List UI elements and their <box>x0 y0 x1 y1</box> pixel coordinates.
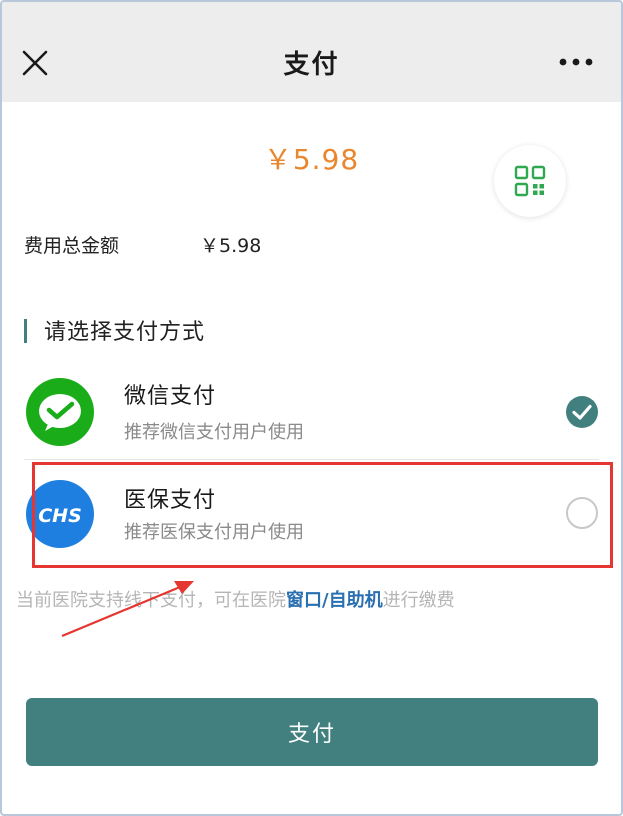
navigation-header: 支付 <box>2 2 621 102</box>
more-button[interactable] <box>557 54 597 70</box>
section-indicator-bar <box>24 319 27 343</box>
annotation-highlight-box <box>32 462 613 568</box>
total-amount-value: ￥5.98 <box>200 235 262 257</box>
pay-button[interactable]: 支付 <box>26 698 598 766</box>
page-title: 支付 <box>283 50 340 80</box>
payment-method-section-title: 请选择支付方式 <box>44 320 206 345</box>
offline-payment-notice: 当前医院支持线下支付，可在医院窗口/自助机进行缴费 <box>16 586 455 612</box>
notice-prefix: 当前医院支持线下支付，可在医院 <box>16 590 286 611</box>
payment-option-wechat[interactable]: 微信支付 推荐微信支付用户使用 <box>0 362 623 458</box>
more-horizontal-icon <box>559 58 593 66</box>
selected-radio-button[interactable] <box>566 396 598 428</box>
payment-option-title: 微信支付 <box>124 384 217 409</box>
window-kiosk-link[interactable]: 窗口/自助机 <box>286 590 383 611</box>
wechat-pay-icon <box>26 378 94 446</box>
payment-option-subtitle: 推荐微信支付用户使用 <box>124 422 304 443</box>
qr-code-button[interactable] <box>494 145 566 217</box>
checkmark-icon <box>572 404 592 420</box>
option-divider <box>24 459 599 460</box>
total-amount-label: 费用总金额 <box>24 235 120 257</box>
notice-suffix: 进行缴费 <box>382 590 455 611</box>
qr-code-icon <box>514 165 546 197</box>
